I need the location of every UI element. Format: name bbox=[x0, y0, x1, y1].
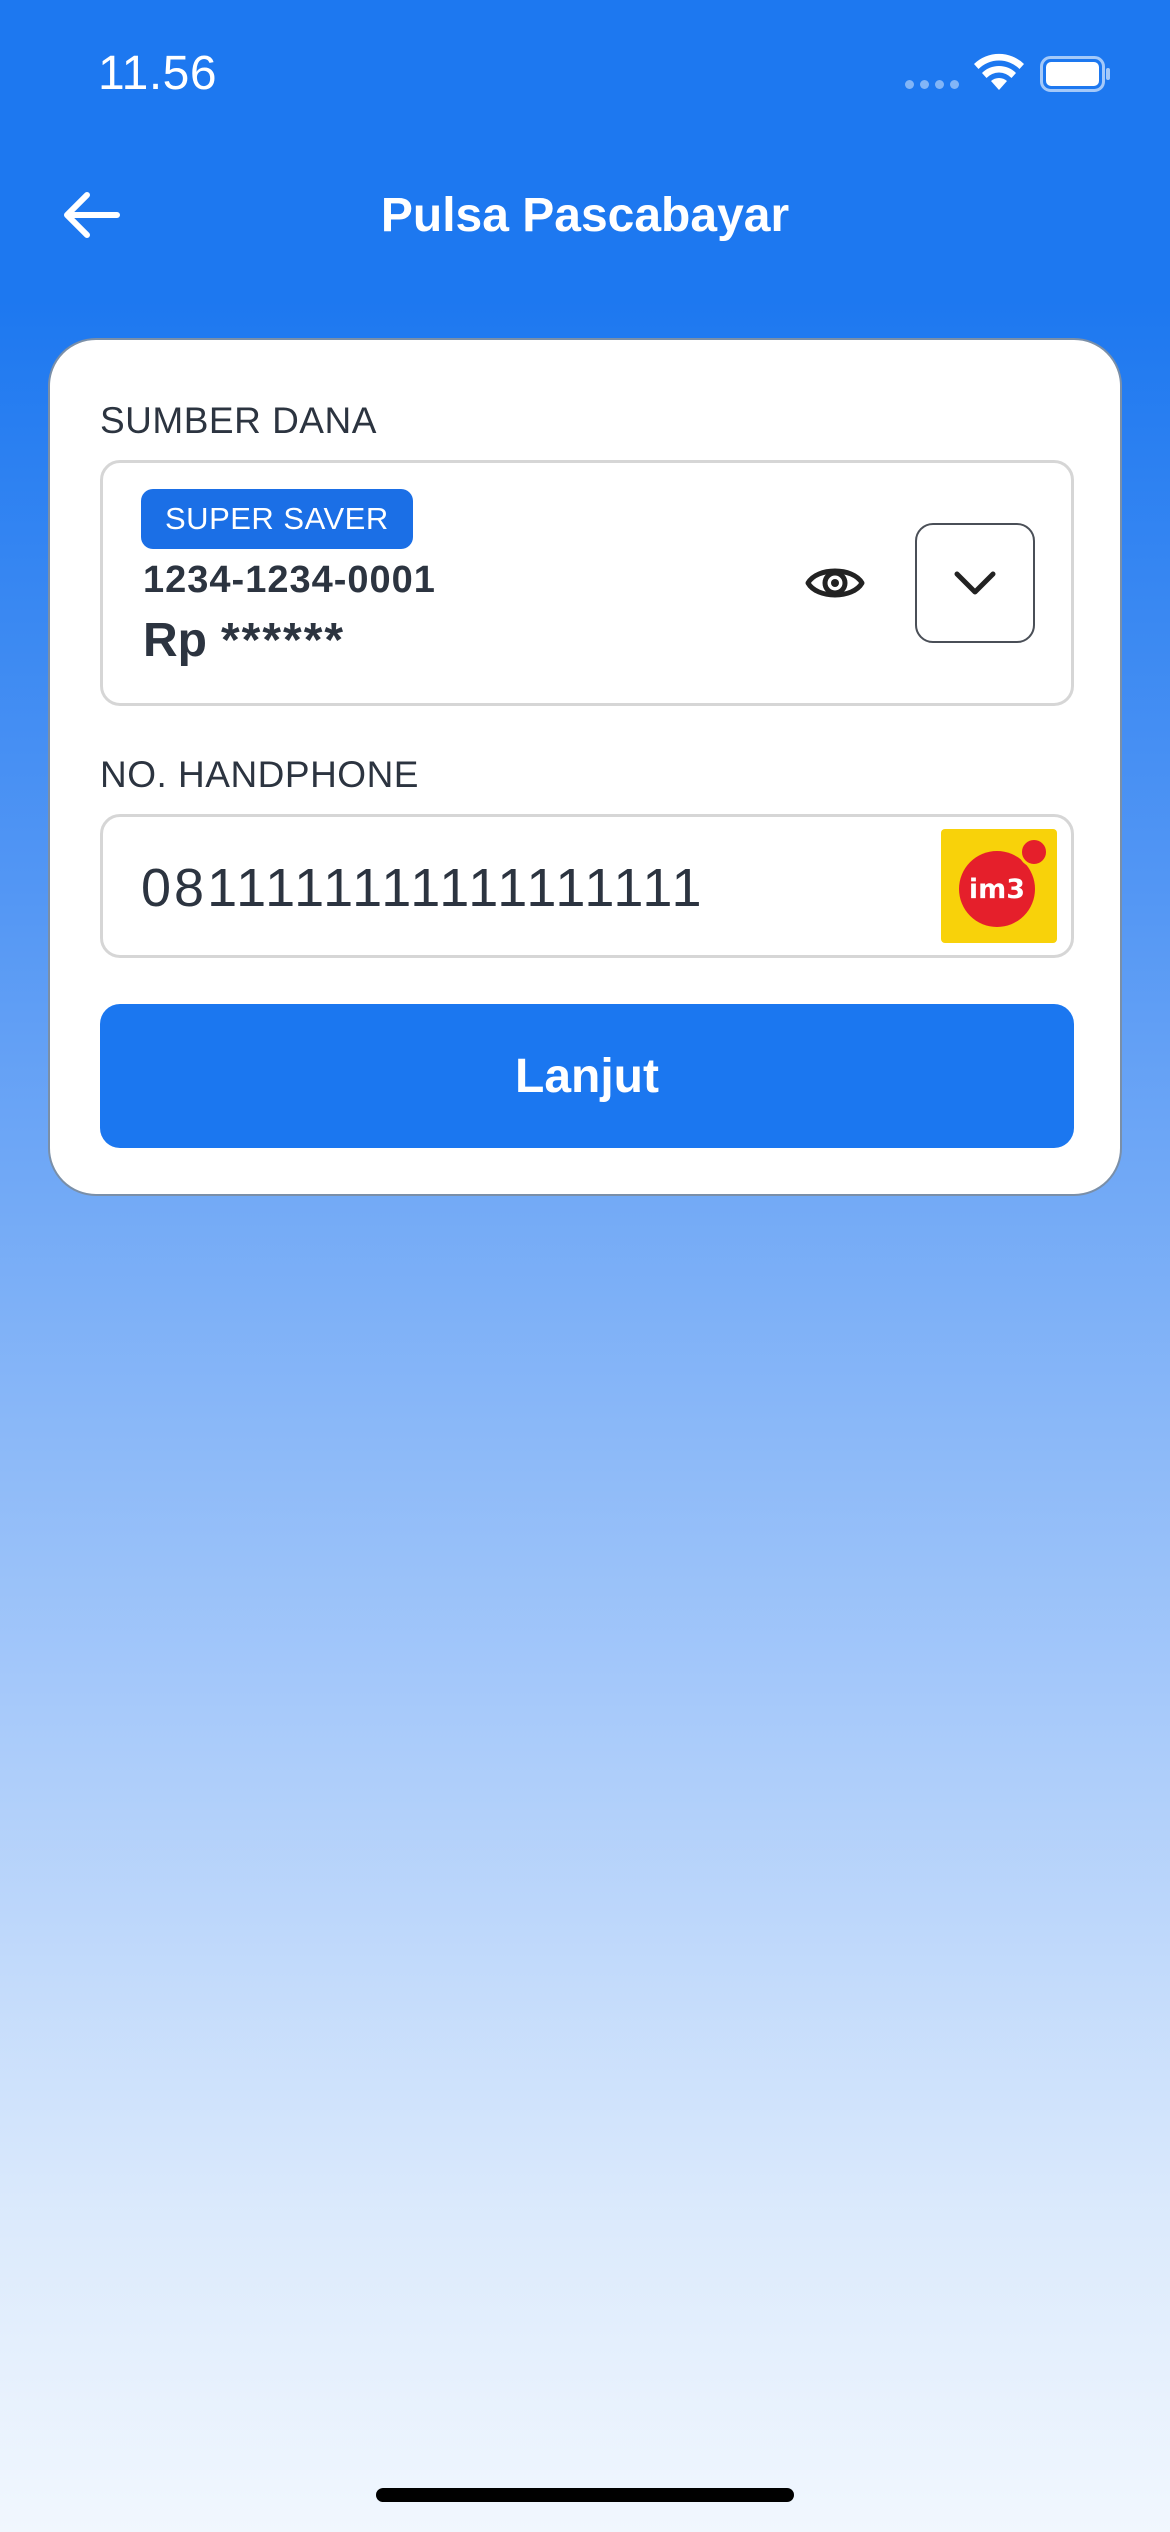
balance-masked-value: ****** bbox=[220, 614, 346, 667]
status-bar: 11.56 bbox=[0, 0, 1170, 150]
continue-button[interactable]: Lanjut bbox=[100, 1004, 1074, 1148]
provider-logo-text: im3 bbox=[968, 873, 1026, 905]
chevron-down-icon bbox=[954, 571, 996, 595]
account-dropdown-button[interactable] bbox=[915, 523, 1035, 643]
im3-logo-icon: im3 bbox=[941, 829, 1057, 943]
payment-form-card: SUMBER DANA SUPER SAVER 1234-1234-0001 R… bbox=[48, 338, 1122, 1196]
source-of-funds-selector[interactable]: SUPER SAVER 1234-1234-0001 Rp ****** bbox=[100, 460, 1074, 706]
phone-number-input[interactable]: 0811111111111111111 im3 bbox=[100, 814, 1074, 958]
wifi-icon bbox=[974, 53, 1024, 90]
page-title: Pulsa Pascabayar bbox=[380, 189, 790, 242]
source-of-funds-label: SUMBER DANA bbox=[100, 400, 377, 441]
balance-currency: Rp bbox=[143, 614, 207, 667]
account-number: 1234-1234-0001 bbox=[143, 559, 436, 601]
signal-dots-icon bbox=[905, 80, 959, 89]
phone-number-value: 0811111111111111111 bbox=[141, 858, 705, 918]
home-indicator[interactable] bbox=[376, 2488, 794, 2502]
account-balance: Rp ****** bbox=[143, 613, 345, 668]
header: Pulsa Pascabayar bbox=[0, 160, 1170, 270]
status-time: 11.56 bbox=[98, 47, 218, 100]
eye-icon[interactable] bbox=[803, 555, 867, 611]
battery-icon bbox=[1040, 56, 1110, 92]
account-type-badge: SUPER SAVER bbox=[141, 489, 413, 549]
phone-number-label: NO. HANDPHONE bbox=[100, 754, 419, 795]
